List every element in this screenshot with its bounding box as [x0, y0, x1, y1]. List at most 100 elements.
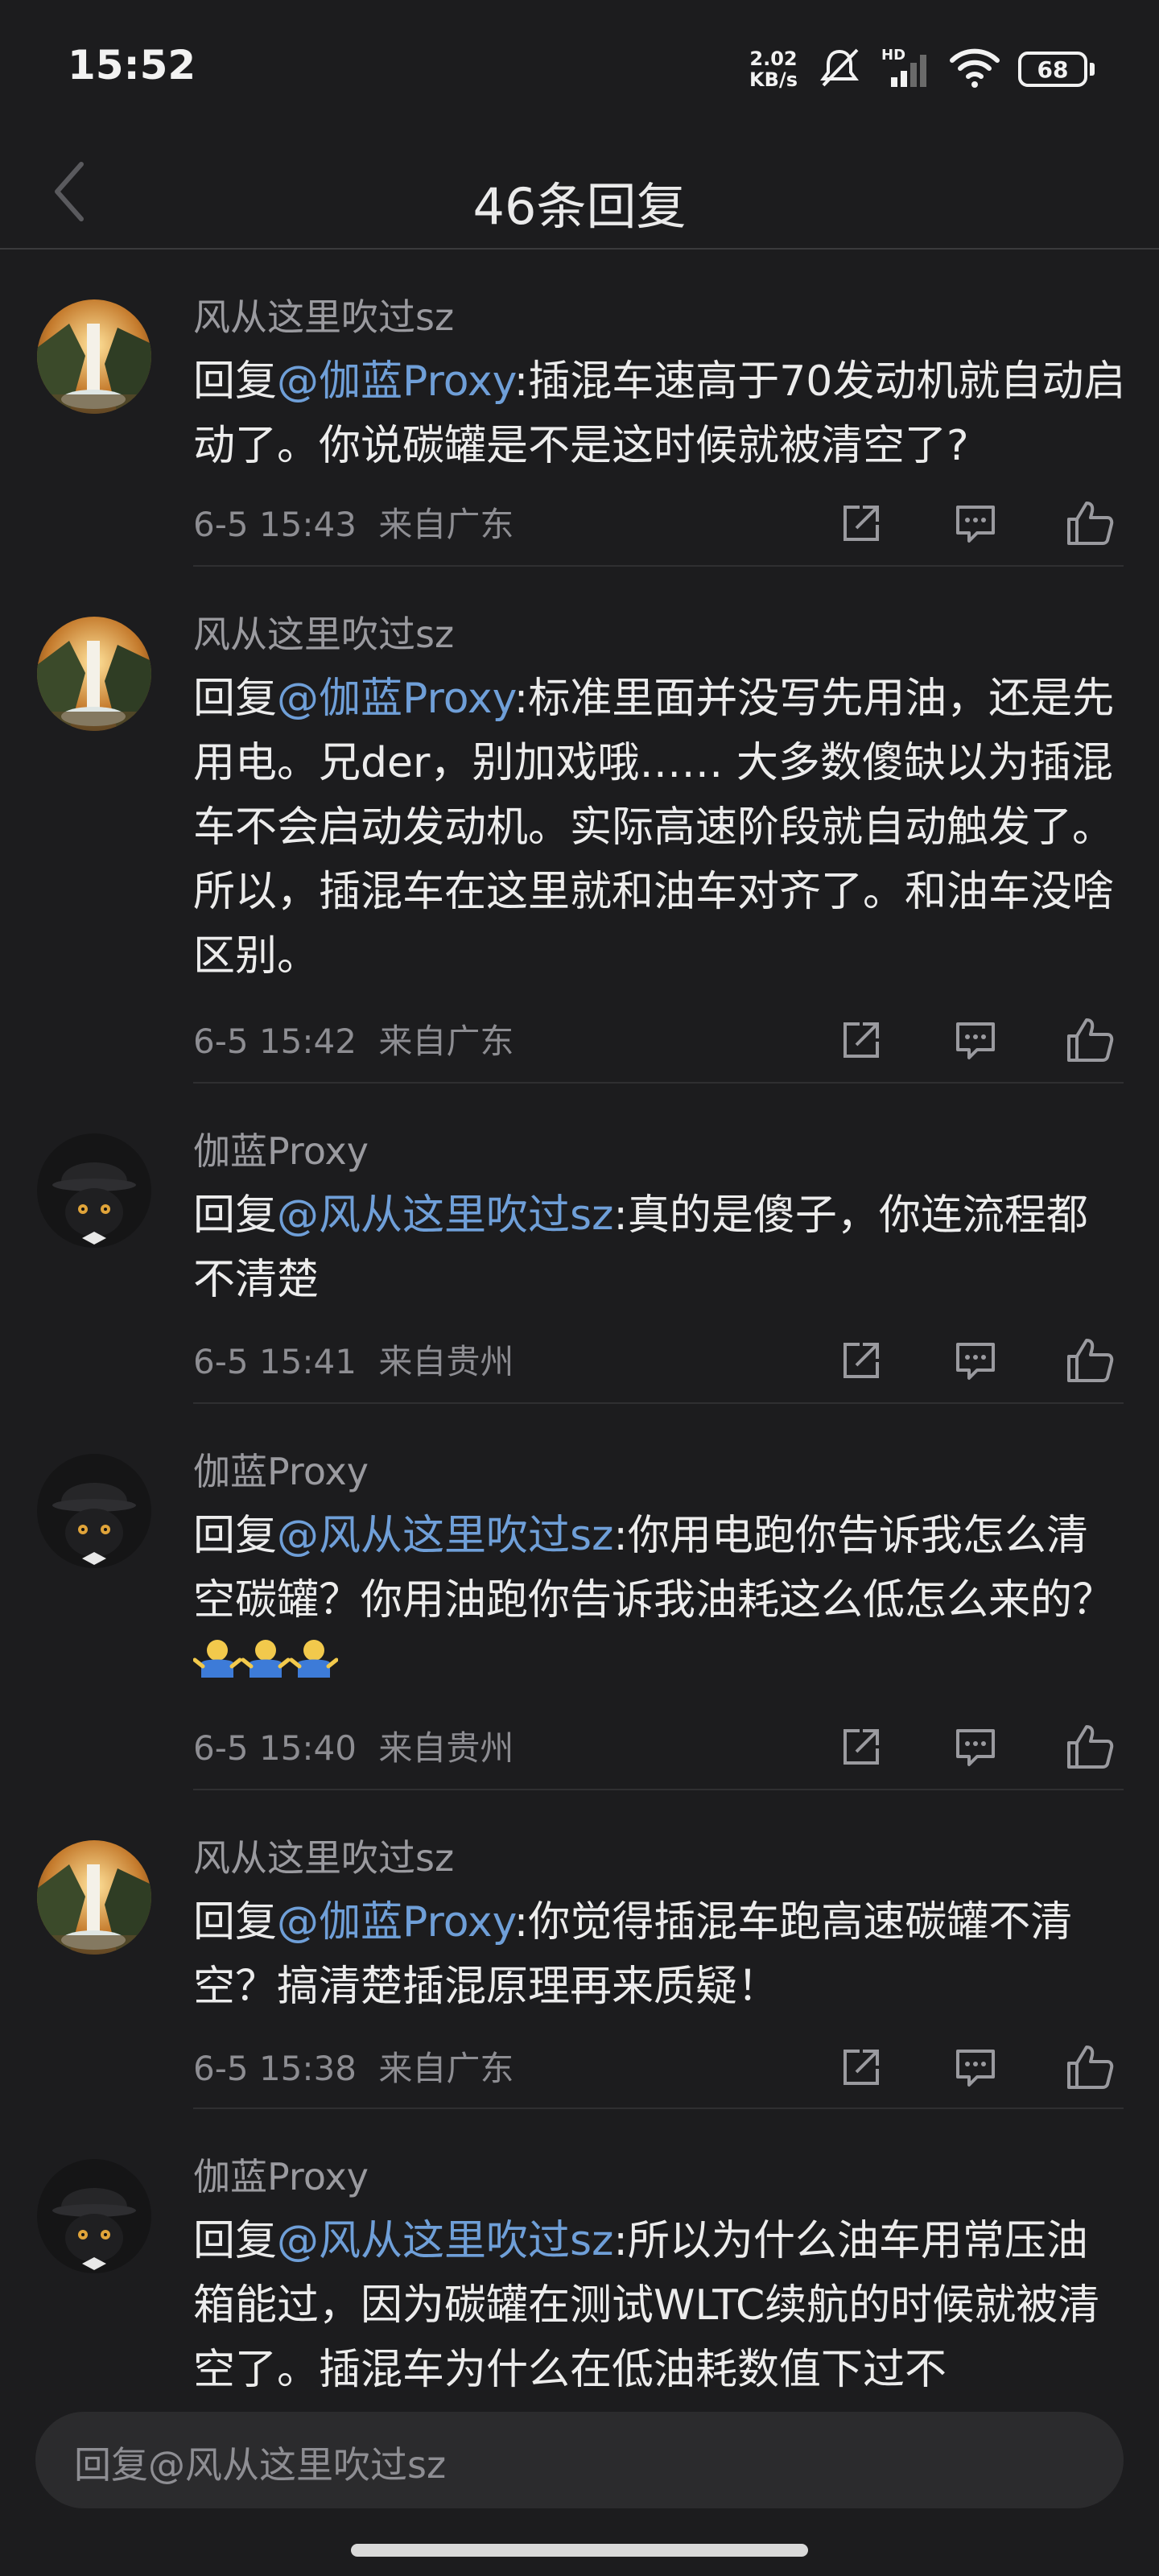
- comment-location: 来自贵州: [378, 1728, 514, 1768]
- reply-prefix: 回复: [193, 357, 278, 406]
- comment-button[interactable]: [951, 501, 1000, 549]
- thumbs-up-icon: [1066, 2044, 1114, 2094]
- comment-list[interactable]: 风从这里吹过sz 回复@伽蓝Proxy:插混车速高于70发动机就自动启动了。你说…: [0, 251, 1159, 2401]
- reply-input[interactable]: 回复@风从这里吹过sz: [35, 2412, 1124, 2508]
- comment-item: 风从这里吹过sz 回复@伽蓝Proxy:标准里面并没写先用油，还是先用电。兄de…: [0, 568, 1159, 1084]
- comment-time: 6-5 15:42: [193, 1022, 357, 1061]
- comment-username[interactable]: 伽蓝Proxy: [193, 1449, 369, 1494]
- comment-body: 回复@伽蓝Proxy:你觉得插混车跑高速碳罐不清空？搞清楚插混原理再来质疑！: [193, 1890, 1127, 2019]
- share-icon: [839, 1724, 884, 1773]
- share-button[interactable]: [837, 501, 885, 549]
- comment-username[interactable]: 风从这里吹过sz: [193, 612, 454, 657]
- comment-button[interactable]: [951, 2045, 1000, 2093]
- comment-icon: [953, 1018, 998, 1066]
- comment-item: 伽蓝Proxy 回复@风从这里吹过sz:所以为什么油车用常压油箱能过，因为碳罐在…: [0, 2111, 1159, 2401]
- comment-username[interactable]: 伽蓝Proxy: [193, 2154, 369, 2199]
- share-button[interactable]: [837, 1724, 885, 1773]
- status-time: 15:52: [68, 42, 196, 89]
- comment-meta: 6-5 15:42 来自广东: [193, 1019, 514, 1064]
- comment-divider: [193, 565, 1124, 567]
- waterfall-avatar[interactable]: [37, 1840, 151, 1955]
- comment-username[interactable]: 伽蓝Proxy: [193, 1129, 369, 1174]
- comment-meta: 6-5 15:41 来自贵州: [193, 1340, 514, 1385]
- comment-item: 伽蓝Proxy 回复@风从这里吹过sz:真的是傻子，你连流程都不清楚 6-5 1…: [0, 1085, 1159, 1404]
- mention-link[interactable]: @风从这里吹过sz: [277, 2217, 613, 2265]
- share-button[interactable]: [837, 1018, 885, 1066]
- comment-icon: [953, 501, 998, 549]
- network-speed: 2.02 KB/s: [749, 48, 798, 90]
- app-root: 15:52 2.02 KB/s HD 68 46条回复 风从这里吹过sz 回复@…: [0, 0, 1159, 2576]
- thumbs-up-icon: [1066, 1724, 1114, 1773]
- comment-body: 回复@伽蓝Proxy:插混车速高于70发动机就自动启动了。你说碳罐是不是这时候就…: [193, 349, 1127, 478]
- mention-link[interactable]: @伽蓝Proxy: [277, 357, 514, 406]
- thumbs-up-icon: [1066, 1017, 1114, 1067]
- share-icon: [839, 2045, 884, 2093]
- battery-icon: 68: [1018, 52, 1095, 87]
- comment-divider: [193, 1789, 1124, 1790]
- share-icon: [839, 501, 884, 549]
- comment-body: 回复@风从这里吹过sz:真的是傻子，你连流程都不清楚: [193, 1183, 1127, 1312]
- comment-body: 回复@风从这里吹过sz:所以为什么油车用常压油箱能过，因为碳罐在测试WLTC续航…: [193, 2209, 1127, 2401]
- reply-prefix: 回复: [193, 1512, 278, 1560]
- waterfall-avatar[interactable]: [37, 617, 151, 731]
- shrug-emoji-group: [192, 1635, 339, 1699]
- share-icon: [839, 1338, 884, 1386]
- comment-icon: [953, 1338, 998, 1386]
- home-indicator[interactable]: [351, 2544, 808, 2557]
- comment-actions: [837, 1338, 1114, 1386]
- like-button[interactable]: [1066, 1724, 1114, 1773]
- thumbs-up-icon: [1066, 1337, 1114, 1387]
- comment-button[interactable]: [951, 1018, 1000, 1066]
- reply-prefix: 回复: [193, 1191, 278, 1240]
- comment-button[interactable]: [951, 1724, 1000, 1773]
- like-button[interactable]: [1066, 501, 1114, 549]
- battery-level: 68: [1018, 52, 1087, 87]
- shrug-emoji: [241, 1640, 291, 1691]
- mention-link[interactable]: @伽蓝Proxy: [277, 1898, 514, 1946]
- like-button[interactable]: [1066, 2045, 1114, 2093]
- wifi-icon: [949, 46, 1000, 93]
- comment-actions: [837, 1018, 1114, 1066]
- comment-username[interactable]: 风从这里吹过sz: [193, 1835, 454, 1880]
- comment-button[interactable]: [951, 1338, 1000, 1386]
- comment-meta: 6-5 15:40 来自贵州: [193, 1726, 514, 1771]
- shrug-emoji: [289, 1640, 339, 1691]
- cat-avatar[interactable]: [37, 1133, 151, 1248]
- share-button[interactable]: [837, 2045, 885, 2093]
- network-speed-unit: KB/s: [749, 68, 798, 91]
- mention-link[interactable]: @伽蓝Proxy: [277, 675, 514, 723]
- comment-body: 回复@风从这里吹过sz:你用电跑你告诉我怎么清空碳罐？你用油跑你告诉我油耗这么低…: [192, 1504, 1127, 1699]
- share-button[interactable]: [837, 1338, 885, 1386]
- like-button[interactable]: [1066, 1338, 1114, 1386]
- status-icons: 2.02 KB/s HD 68: [749, 45, 1095, 93]
- comment-icon: [953, 2045, 998, 2093]
- comment-location: 来自贵州: [378, 1342, 514, 1381]
- like-button[interactable]: [1066, 1018, 1114, 1066]
- thumbs-up-icon: [1066, 500, 1114, 550]
- comment-time: 6-5 15:40: [193, 1728, 357, 1768]
- mute-vibrate-icon: [815, 45, 864, 93]
- network-speed-value: 2.02: [749, 47, 798, 70]
- comment-actions: [837, 501, 1114, 549]
- comment-actions: [837, 1724, 1114, 1773]
- mention-link[interactable]: @风从这里吹过sz: [277, 1191, 613, 1240]
- comment-location: 来自广东: [378, 2049, 514, 2088]
- reply-prefix: 回复: [193, 1898, 278, 1946]
- comment-item: 伽蓝Proxy 回复@风从这里吹过sz:你用电跑你告诉我怎么清空碳罐？你用油跑你…: [0, 1406, 1159, 1790]
- mention-link[interactable]: @风从这里吹过sz: [277, 1512, 613, 1560]
- waterfall-avatar[interactable]: [37, 299, 151, 414]
- comment-icon: [953, 1724, 998, 1773]
- comment-item: 风从这里吹过sz 回复@伽蓝Proxy:你觉得插混车跑高速碳罐不清空？搞清楚插混…: [0, 1792, 1159, 2109]
- comment-divider: [193, 1082, 1124, 1084]
- page-title: 46条回复: [472, 177, 687, 236]
- share-icon: [839, 1018, 884, 1066]
- reply-placeholder: 回复@风从这里吹过sz: [74, 2443, 447, 2487]
- shrug-emoji: [192, 1640, 242, 1691]
- signal-icon: HD: [881, 47, 931, 92]
- cat-avatar[interactable]: [37, 1454, 151, 1568]
- comment-username[interactable]: 风从这里吹过sz: [193, 295, 454, 340]
- comment-time: 6-5 15:41: [193, 1342, 357, 1381]
- reply-prefix: 回复: [193, 675, 278, 723]
- cat-avatar[interactable]: [37, 2159, 151, 2273]
- comment-time: 6-5 15:43: [193, 505, 357, 544]
